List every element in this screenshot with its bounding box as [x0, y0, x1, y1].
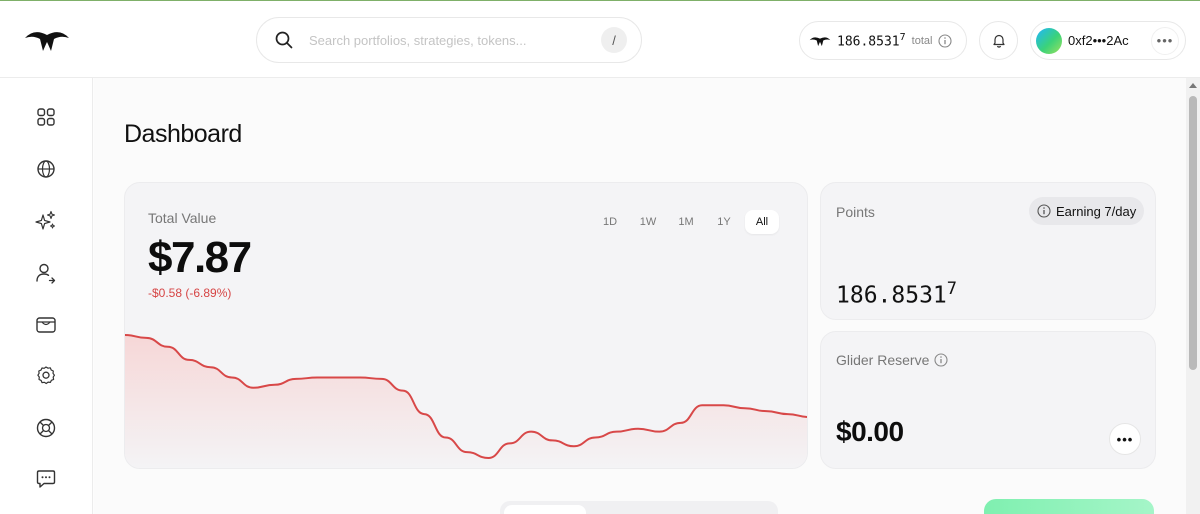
scroll-thumb[interactable] [1189, 96, 1197, 370]
range-1d[interactable]: 1D [593, 210, 627, 234]
earning-rate-text: Earning 7/day [1056, 203, 1137, 219]
points-total-pill[interactable]: 186.85317 total [799, 21, 967, 60]
sidebar-item-dashboard[interactable] [33, 104, 59, 130]
more-dots-icon: ••• [1116, 431, 1134, 447]
points-card: Points Earning 7/day 186.85317 [820, 182, 1156, 320]
wallet-address: 0xf2•••2Ac [1068, 33, 1129, 48]
wallet-avatar [1036, 27, 1062, 54]
glider-reserve-more-button[interactable]: ••• [1109, 423, 1141, 455]
sidebar-nav [0, 78, 93, 514]
globe-icon [37, 160, 55, 178]
page-scrollbar[interactable] [1186, 78, 1200, 514]
info-icon[interactable] [938, 33, 953, 48]
total-value-card: Total Value $7.87 -$0.58 (-6.89%) 1D 1W 1M… [124, 182, 808, 469]
sidebar-item-support[interactable] [33, 415, 59, 441]
gear-icon [37, 366, 55, 385]
sidebar-item-referrals[interactable] [33, 260, 59, 286]
user-share-icon [36, 263, 56, 284]
portfolio-tab-active[interactable] [504, 505, 586, 514]
glider-reserve-value: $0.00 [836, 416, 904, 447]
scroll-up-arrow-icon[interactable] [1189, 83, 1197, 88]
points-total-label: total [911, 34, 933, 47]
wallet-account-pill[interactable]: 0xf2•••2Ac ••• [1030, 21, 1186, 60]
range-1y[interactable]: 1Y [707, 210, 741, 234]
chart-area-fill [125, 335, 807, 468]
sparkles-icon [35, 210, 56, 230]
glider-logo[interactable] [24, 25, 70, 55]
points-total-value: 186.85317 [837, 31, 906, 50]
range-all[interactable]: All [745, 210, 779, 234]
page-title: Dashboard [124, 120, 242, 148]
total-value-amount: $7.87 [148, 233, 252, 282]
main-content: Dashboard Total Value $7.87 -$0.58 (-6.8… [94, 78, 1186, 514]
search-shortcut-key: / [601, 27, 627, 53]
sidebar-item-feedback[interactable] [33, 466, 59, 492]
portfolio-view-tabs[interactable] [500, 501, 778, 514]
glider-reserve-card: Glider Reserve $0.00 ••• [820, 331, 1156, 469]
sidebar-item-strategies[interactable] [33, 208, 59, 234]
range-1w[interactable]: 1W [631, 210, 665, 234]
chat-icon [36, 470, 56, 488]
wallet-more-button[interactable]: ••• [1151, 26, 1179, 55]
glider-points-icon [809, 36, 831, 46]
top-header: / 186.85317 total 0xf2•••2Ac ••• [0, 1, 1200, 78]
time-range-selector: 1D 1W 1M 1Y All [593, 210, 779, 234]
search-icon [275, 31, 293, 49]
wallet-icon [36, 317, 56, 333]
create-portfolio-button[interactable] [984, 499, 1154, 514]
total-value-chart[interactable] [125, 323, 808, 469]
more-dots-icon: ••• [1156, 33, 1174, 48]
range-1m[interactable]: 1M [669, 210, 703, 234]
notifications-button[interactable] [979, 21, 1018, 60]
bell-icon [992, 34, 1005, 48]
glider-reserve-label: Glider Reserve [836, 352, 948, 368]
total-value-change: -$0.58 (-6.89%) [148, 286, 232, 300]
sidebar-item-settings[interactable] [33, 363, 59, 389]
points-card-value: 186.85317 [836, 279, 958, 309]
search-input[interactable] [309, 32, 589, 48]
info-icon[interactable] [934, 353, 948, 367]
search-bar[interactable]: / [256, 17, 642, 63]
points-card-label: Points [836, 204, 875, 220]
earning-rate-badge[interactable]: Earning 7/day [1029, 197, 1145, 225]
sidebar-item-explore[interactable] [33, 156, 59, 182]
lifebuoy-icon [36, 418, 56, 438]
sidebar-item-wallet[interactable] [33, 312, 59, 338]
info-icon [1037, 204, 1051, 218]
total-value-label: Total Value [148, 210, 217, 226]
grid-icon [37, 108, 55, 126]
